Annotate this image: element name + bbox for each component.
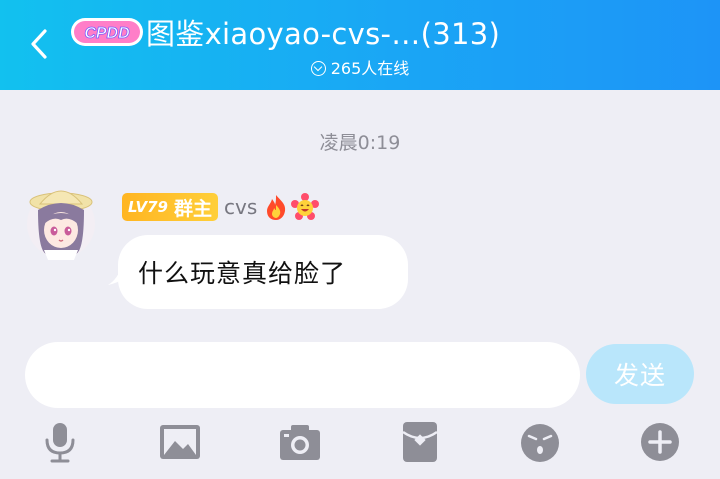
message-timestamp: 凌晨0:19 [319,132,401,154]
flower-emoji-icon [291,193,320,220]
group-title: 图鉴xiaoyao-cvs-…(313) [146,17,501,51]
red-packet-icon[interactable] [398,420,442,464]
cpdd-logo: CPDD [71,18,143,46]
fire-icon [267,195,286,220]
sender-meta: LV79 群主 cvs [122,192,320,222]
message-input[interactable] [25,342,580,408]
composer: 发送 [0,322,720,479]
online-count[interactable]: 265人在线 [0,55,720,79]
composer-toolbar [0,420,720,470]
message-bubble[interactable]: 什么玩意真给脸了 [108,235,408,309]
emoji-icon[interactable] [518,420,562,464]
plus-icon[interactable] [638,420,682,464]
chat-header: CPDD 图鉴xiaoyao-cvs-…(313) 265人在线 [0,0,720,90]
send-button[interactable]: 发送 [586,344,694,404]
role-label: 群主 [173,197,212,220]
sender-nickname[interactable]: cvs [224,195,257,219]
level-badge: LV79 群主 [122,193,218,221]
message-text: 什么玩意真给脸了 [138,259,347,288]
camera-icon[interactable] [278,420,322,464]
svg-text:CPDD: CPDD [84,25,130,42]
microphone-icon[interactable] [38,420,82,464]
level-label: LV79 [128,198,168,216]
image-icon[interactable] [158,420,202,464]
bubble-tail [108,265,130,285]
title-row[interactable]: CPDD 图鉴xiaoyao-cvs-…(313) [70,12,500,52]
online-count-label: 265人在线 [330,59,410,78]
sender-avatar[interactable] [24,180,98,262]
chevron-circle-icon [310,61,326,76]
